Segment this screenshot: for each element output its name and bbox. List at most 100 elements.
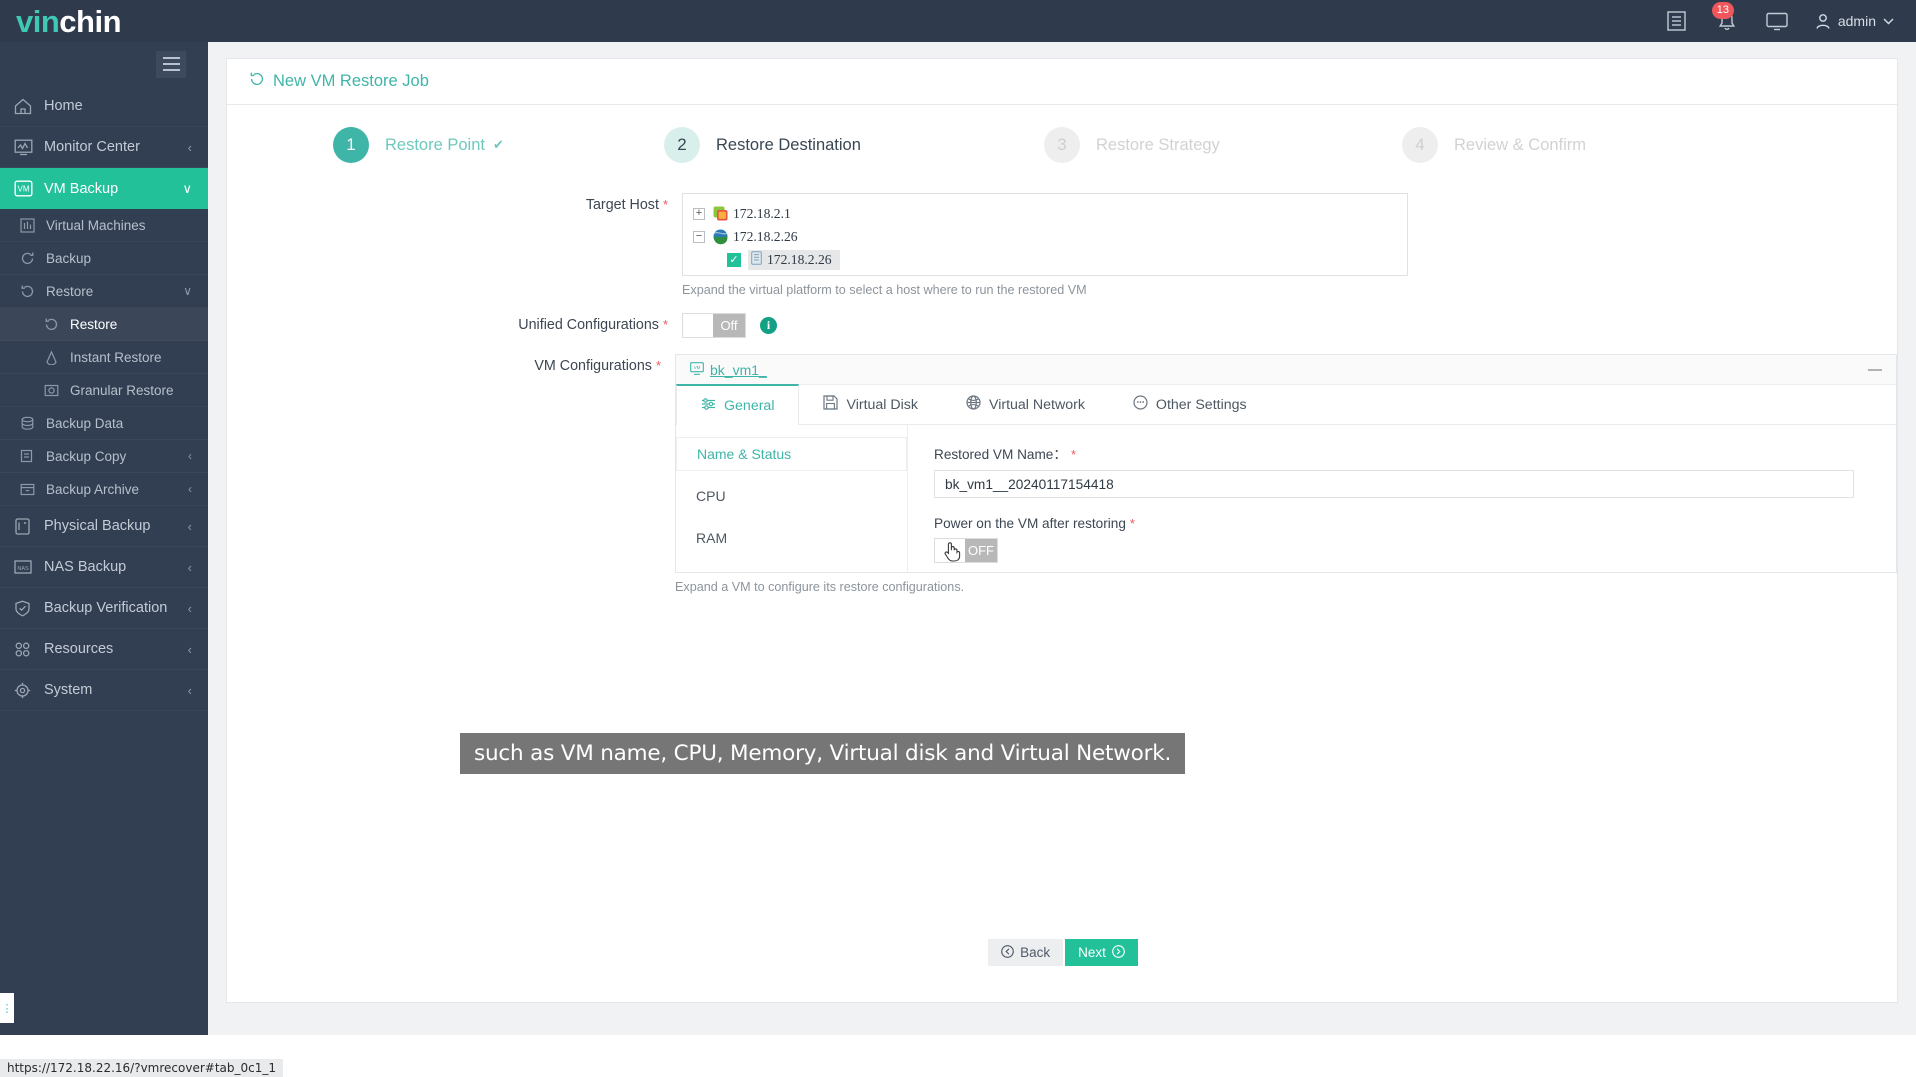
instant-restore-icon bbox=[44, 350, 70, 365]
sidebar-item-virtual-machines[interactable]: Virtual Machines bbox=[0, 209, 208, 242]
step-label-wrap: Restore Point ✔ bbox=[385, 136, 504, 155]
back-button[interactable]: Back bbox=[988, 939, 1063, 966]
sidebar-item-vm-backup[interactable]: VM VM Backup ∨ bbox=[0, 168, 208, 209]
minus-icon[interactable] bbox=[1868, 369, 1882, 371]
bell-icon[interactable]: 13 bbox=[1715, 9, 1739, 33]
sidebar-item-instant-restore[interactable]: Instant Restore bbox=[0, 341, 208, 374]
step-restore-destination[interactable]: 2 Restore Destination bbox=[664, 127, 861, 163]
app-logo[interactable]: vinchin bbox=[16, 6, 121, 37]
target-host-field: + 172.18.2.1 − 172.18.2.26 bbox=[682, 193, 1408, 297]
subnav-item-cpu[interactable]: CPU bbox=[676, 479, 907, 513]
backup-icon bbox=[20, 251, 46, 266]
sidebar-item-resources[interactable]: Resources ‹ bbox=[0, 629, 208, 670]
restored-vm-name-label-wrap: Restored VM Name：* bbox=[934, 443, 1854, 463]
toggle-state-label: Off bbox=[713, 314, 745, 337]
step-label: Restore Destination bbox=[716, 136, 861, 155]
sidebar-item-backup-verification[interactable]: Backup Verification ‹ bbox=[0, 588, 208, 629]
name-status-fields: Restored VM Name：* bk_vm1__2024011715441… bbox=[908, 425, 1854, 572]
sidebar-item-backup-data[interactable]: Backup Data bbox=[0, 407, 208, 440]
subnav-item-ram[interactable]: RAM bbox=[676, 521, 907, 555]
chevron-icon: ‹ bbox=[188, 642, 192, 657]
sidebar-item-label: Resources bbox=[44, 641, 113, 657]
step-number: 2 bbox=[664, 127, 700, 163]
document-icon[interactable] bbox=[1665, 9, 1689, 33]
sidebar-item-label: NAS Backup bbox=[44, 559, 126, 575]
platform-green-icon bbox=[712, 205, 729, 222]
step-label: Restore Strategy bbox=[1096, 136, 1220, 155]
monitor-icon[interactable] bbox=[1765, 9, 1789, 33]
globe-icon bbox=[966, 395, 981, 414]
floppy-disk-icon bbox=[823, 395, 838, 414]
dots-circle-icon bbox=[1133, 395, 1148, 414]
sidebar-item-granular-restore[interactable]: Granular Restore bbox=[0, 374, 208, 407]
subnav-item-label: Name & Status bbox=[697, 446, 791, 462]
step-restore-point[interactable]: 1 Restore Point ✔ bbox=[333, 127, 504, 163]
collapse-icon[interactable]: − bbox=[693, 231, 705, 243]
sidebar-item-backup-copy[interactable]: Backup Copy ‹ bbox=[0, 440, 208, 473]
restored-vm-name-input[interactable]: bk_vm1__20240117154418 bbox=[934, 470, 1854, 498]
chevron-down-icon: ∨ bbox=[182, 181, 192, 197]
sidebar-item-label: System bbox=[44, 682, 92, 698]
step-restore-strategy[interactable]: 3 Restore Strategy bbox=[1044, 127, 1220, 163]
vm-config-tabs: General Virtual Disk bbox=[676, 385, 1896, 425]
user-menu[interactable]: admin bbox=[1815, 13, 1894, 30]
checkbox-checked-icon[interactable]: ✓ bbox=[727, 253, 741, 267]
wizard-card: New VM Restore Job 1 Restore Point ✔ 2 R… bbox=[226, 58, 1898, 1003]
tree-node-host[interactable]: ✓ 172.18.2.26 bbox=[693, 248, 1407, 271]
restore-destination-form: Target Host* + 172.18.2.1 − bbox=[227, 193, 1897, 594]
hamburger-menu-icon[interactable] bbox=[156, 51, 186, 78]
user-name-label: admin bbox=[1838, 13, 1876, 29]
sidebar-scroll-handle[interactable]: ⋮ bbox=[0, 993, 14, 1023]
info-icon[interactable]: i bbox=[760, 317, 777, 334]
toggle-knob bbox=[683, 314, 713, 337]
sidebar-toggle-wrapper bbox=[0, 42, 208, 86]
shield-check-icon bbox=[14, 600, 44, 617]
tab-general[interactable]: General bbox=[676, 384, 799, 425]
host-selected-pill[interactable]: 172.18.2.26 bbox=[748, 250, 840, 270]
sidebar-item-label: Restore bbox=[46, 284, 93, 299]
sidebar-item-backup-archive[interactable]: Backup Archive ‹ bbox=[0, 473, 208, 506]
tree-node[interactable]: − 172.18.2.26 bbox=[693, 225, 1407, 248]
sidebar-item-label: Monitor Center bbox=[44, 139, 140, 155]
sidebar-item-label: VM Backup bbox=[44, 181, 118, 197]
vm-configurations-label-wrap: VM Configurations* bbox=[227, 354, 675, 594]
general-subnav: Name & Status CPU RAM bbox=[676, 425, 908, 572]
subnav-item-name-status[interactable]: Name & Status bbox=[676, 437, 907, 471]
sidebar-item-physical-backup[interactable]: Physical Backup ‹ bbox=[0, 506, 208, 547]
sidebar-item-home[interactable]: Home bbox=[0, 86, 208, 127]
sidebar-item-label: Backup Archive bbox=[46, 482, 139, 497]
subnav-item-label: RAM bbox=[696, 530, 727, 546]
subnav-item-label: CPU bbox=[696, 488, 726, 504]
required-marker: * bbox=[663, 197, 668, 212]
sidebar-item-label: Restore bbox=[70, 317, 117, 332]
chevron-icon: ‹ bbox=[188, 601, 192, 616]
grid-icon bbox=[14, 641, 44, 658]
sidebar-item-restore[interactable]: Restore bbox=[0, 308, 208, 341]
tab-other-settings[interactable]: Other Settings bbox=[1109, 385, 1271, 424]
vm-name-link[interactable]: VM bk_vm1_ bbox=[690, 362, 767, 378]
tab-virtual-network[interactable]: Virtual Network bbox=[942, 385, 1109, 424]
tab-virtual-disk[interactable]: Virtual Disk bbox=[799, 385, 942, 424]
main-content: New VM Restore Job 1 Restore Point ✔ 2 R… bbox=[208, 42, 1916, 1035]
unified-configurations-toggle[interactable]: Off bbox=[682, 313, 746, 338]
sidebar-item-label: Backup Data bbox=[46, 416, 123, 431]
svg-text:VM: VM bbox=[694, 365, 701, 370]
next-button[interactable]: Next bbox=[1065, 939, 1138, 966]
hand-cursor-icon bbox=[941, 540, 961, 567]
sidebar-item-system[interactable]: System ‹ bbox=[0, 670, 208, 711]
tree-node[interactable]: + 172.18.2.1 bbox=[693, 202, 1407, 225]
next-button-label: Next bbox=[1078, 945, 1106, 960]
tree-node-label: 172.18.2.26 bbox=[767, 252, 832, 268]
sidebar-item-monitor-center[interactable]: Monitor Center ‹ bbox=[0, 127, 208, 168]
sidebar-item-backup[interactable]: Backup bbox=[0, 242, 208, 275]
sidebar-item-nas-backup[interactable]: NAS NAS Backup ‹ bbox=[0, 547, 208, 588]
expand-icon[interactable]: + bbox=[693, 208, 705, 220]
step-review-confirm[interactable]: 4 Review & Confirm bbox=[1402, 127, 1586, 163]
sidebar-item-restore-group[interactable]: Restore ∨ bbox=[0, 275, 208, 308]
target-host-tree[interactable]: + 172.18.2.1 − 172.18.2.26 bbox=[682, 193, 1408, 276]
arrow-left-circle-icon bbox=[1001, 945, 1014, 961]
sliders-icon bbox=[701, 397, 716, 415]
tab-label: General bbox=[724, 398, 774, 414]
vm-name-link-label: bk_vm1_ bbox=[710, 362, 767, 378]
page-title-bar: New VM Restore Job bbox=[227, 59, 1897, 105]
